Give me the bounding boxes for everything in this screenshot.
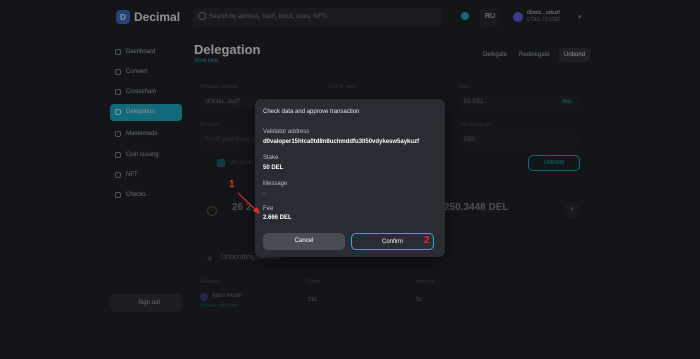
annotation-step-1: 1 xyxy=(229,179,235,190)
annotation-arrow xyxy=(237,192,260,214)
annotation-step-2: 2 xyxy=(424,235,430,246)
